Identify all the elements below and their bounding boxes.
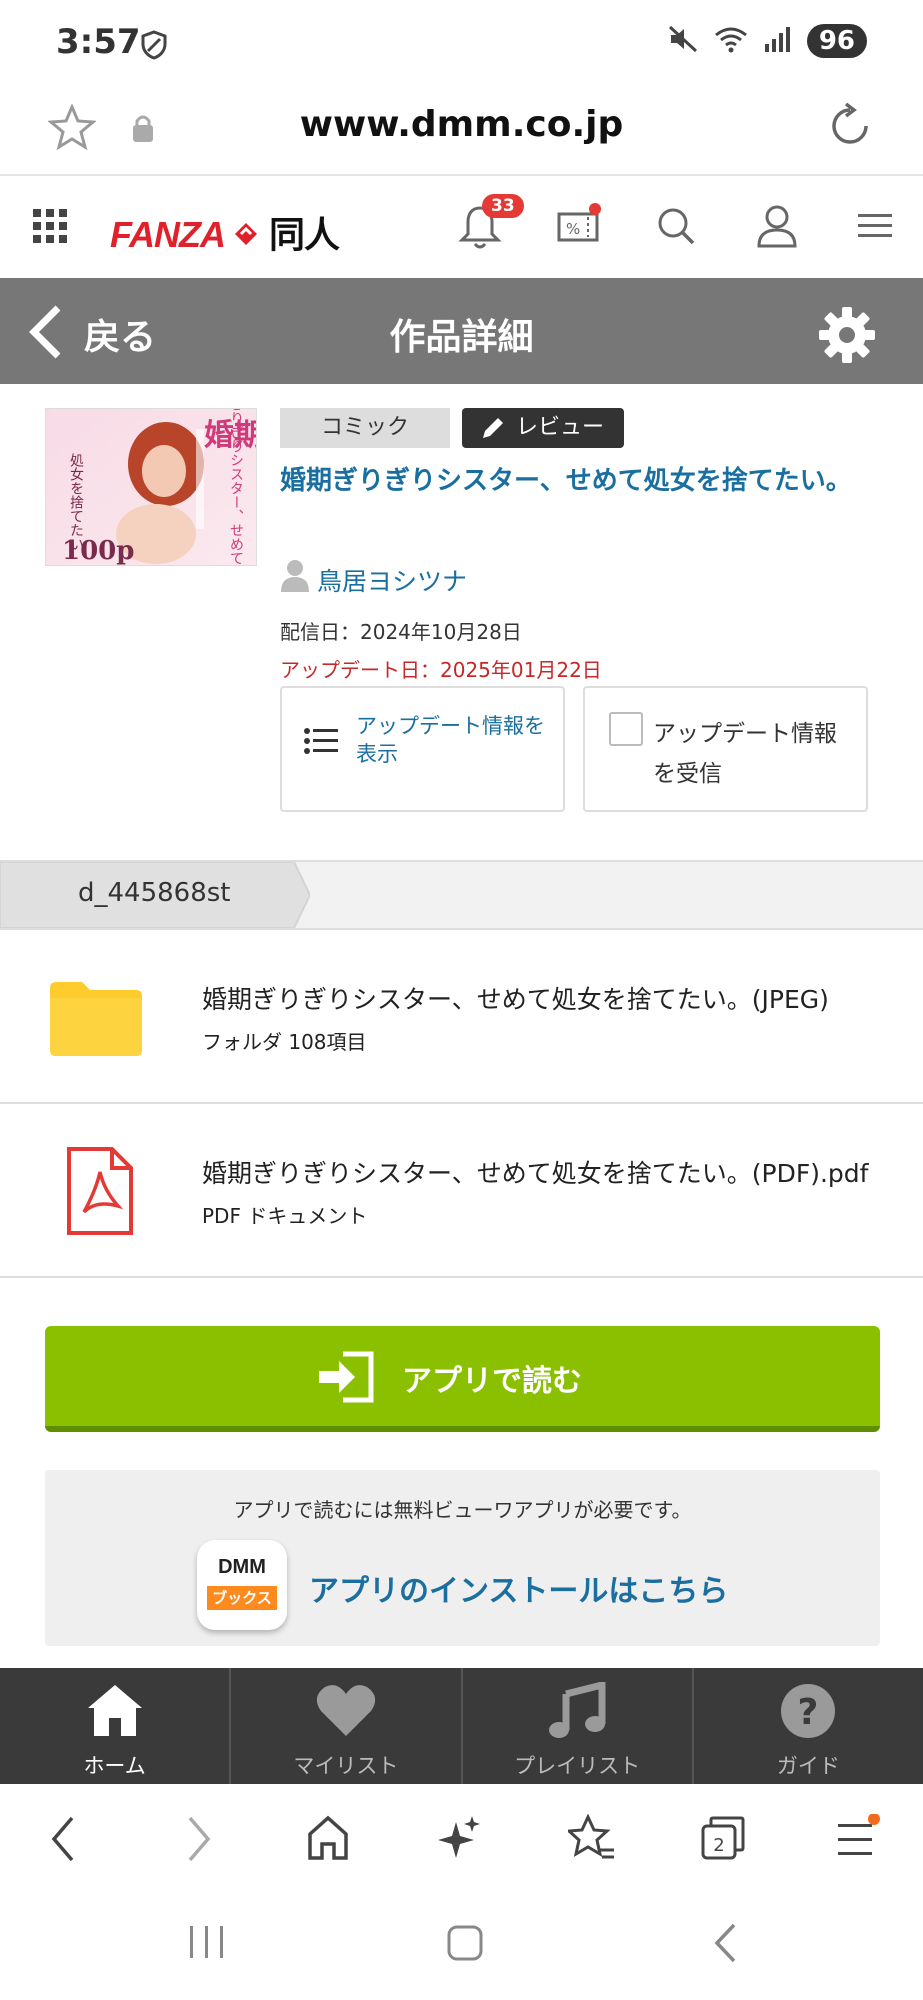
product-title[interactable]: 婚期ぎりぎりシスター、せめて処女を捨てたい。 <box>280 460 880 502</box>
home-button-icon[interactable] <box>446 1924 484 1966</box>
cover-title-side: ぎりぎりシスター、せめて <box>228 409 244 565</box>
svg-text:%: % <box>566 220 580 238</box>
page-navbar: 戻る 作品詳細 <box>0 278 923 384</box>
product-id-bar: d_445868st <box>0 860 923 930</box>
nav-home-label: ホーム <box>83 1754 146 1778</box>
nav-guide-label: ガイド <box>776 1754 840 1778</box>
nav-mylist[interactable]: マイリスト <box>231 1668 463 1784</box>
coupon-icon[interactable]: % <box>556 202 602 252</box>
list-icon <box>304 728 338 758</box>
file-name: 婚期ぎりぎりシスター、せめて処女を捨てたい。(JPEG) <box>202 985 829 1014</box>
product-id-tab: d_445868st <box>0 862 310 928</box>
grid-menu-icon[interactable] <box>32 208 68 248</box>
notification-badge: 33 <box>482 194 524 218</box>
read-in-app-label: アプリで読む <box>402 1364 582 1399</box>
browser-back-icon[interactable] <box>48 1814 78 1868</box>
browser-url-bar: www.dmm.co.jp <box>0 86 923 176</box>
install-app-box: アプリで読むには無料ビューワアプリが必要です。 DMM ブックス アプリのインス… <box>45 1470 880 1646</box>
pencil-icon <box>480 415 506 455</box>
install-note: アプリで読むには無料ビューワアプリが必要です。 <box>233 1498 692 1522</box>
logo-sub: 同人 <box>269 214 340 255</box>
browser-toolbar: 2 <box>0 1784 923 1896</box>
read-in-app-button[interactable]: アプリで読む <box>45 1326 880 1432</box>
shield-icon <box>140 30 168 64</box>
account-icon[interactable] <box>756 204 798 252</box>
person-icon <box>280 558 310 598</box>
logo-main: FANZA <box>110 214 226 255</box>
tag-review-button[interactable]: レビュー <box>462 408 624 448</box>
nav-playlist-label: プレイリスト <box>514 1754 641 1778</box>
file-name: 婚期ぎりぎりシスター、せめて処女を捨てたい。(PDF).pdf <box>202 1159 869 1188</box>
settings-gear-icon[interactable] <box>818 306 876 368</box>
app-icon-top-text: DMM <box>218 1556 266 1578</box>
folder-icon <box>48 978 144 1062</box>
svg-text:?: ? <box>798 1692 819 1733</box>
status-bar: 3:57 96 <box>0 0 923 86</box>
site-header: FANZA 同人 33 % <box>0 176 923 278</box>
system-back-icon[interactable] <box>712 1922 738 1968</box>
dmm-books-app-icon[interactable]: DMM ブックス <box>197 1540 287 1630</box>
wifi-icon <box>713 24 749 58</box>
tag-review-label: レビュー <box>516 415 605 440</box>
file-detail: フォルダ 108項目 <box>202 1030 367 1054</box>
nav-home[interactable]: ホーム <box>0 1668 232 1784</box>
mute-icon <box>667 24 699 58</box>
tabs-count: 2 <box>713 1835 724 1856</box>
hamburger-menu-icon[interactable] <box>858 212 892 244</box>
receive-updates-checkbox[interactable] <box>609 712 643 746</box>
browser-tabs-icon[interactable]: 2 <box>700 1814 746 1866</box>
system-nav-bar <box>0 1896 923 2000</box>
site-bottom-nav: ホーム マイリスト プレイリスト ? ガイド <box>0 1668 923 1784</box>
url-text[interactable]: www.dmm.co.jp <box>0 104 923 145</box>
nav-mylist-label: マイリスト <box>293 1754 399 1778</box>
tag-comic[interactable]: コミック <box>280 408 450 448</box>
page-title: 作品詳細 <box>389 317 534 358</box>
update-date: アップデート日：2025年01月22日 <box>280 658 602 682</box>
distribution-date: 配信日：2024年10月28日 <box>280 620 522 644</box>
file-detail: PDF ドキュメント <box>202 1204 368 1228</box>
receive-updates-toggle[interactable]: アップデート情報を受信 <box>583 686 868 812</box>
app-icon-bottom-text: ブックス <box>207 1586 277 1610</box>
show-update-info-label: アップデート情報を表示 <box>356 714 545 766</box>
recent-apps-icon[interactable] <box>188 1924 226 1964</box>
browser-forward-icon[interactable] <box>184 1814 214 1868</box>
browser-menu-icon[interactable] <box>836 1813 880 1866</box>
file-row[interactable]: 婚期ぎりぎりシスター、せめて処女を捨てたい。(PDF).pdf PDF ドキュメ… <box>0 1104 923 1278</box>
file-row[interactable]: 婚期ぎりぎりシスター、せめて処女を捨てたい。(JPEG) フォルダ 108項目 <box>0 930 923 1104</box>
music-icon <box>549 1682 606 1738</box>
author-name: 鳥居ヨシツナ <box>317 567 468 596</box>
receive-updates-label: アップデート情報を受信 <box>653 721 837 787</box>
browser-assistant-sparkle-icon[interactable] <box>438 1814 482 1866</box>
show-update-info-button[interactable]: アップデート情報を表示 <box>280 686 565 812</box>
battery-indicator: 96 <box>806 24 867 58</box>
nav-playlist[interactable]: プレイリスト <box>463 1668 694 1784</box>
help-icon: ? <box>781 1684 836 1738</box>
enter-icon <box>317 1350 375 1408</box>
browser-bookmarks-icon[interactable] <box>565 1813 616 1866</box>
signal-icon <box>763 24 793 58</box>
browser-home-icon[interactable] <box>306 1814 350 1866</box>
product-id: d_445868st <box>78 878 231 908</box>
nav-guide[interactable]: ? ガイド <box>694 1668 923 1784</box>
product-cover-image[interactable]: 婚期 ぎりぎりシスター、せめて 処女を捨てたい 100p <box>45 408 257 566</box>
heart-icon <box>316 1685 376 1736</box>
reload-icon[interactable] <box>826 102 874 154</box>
install-app-link[interactable]: アプリのインストールはこちら <box>309 1566 728 1610</box>
search-icon[interactable] <box>656 206 696 250</box>
home-icon <box>87 1685 142 1736</box>
pdf-icon <box>66 1146 134 1240</box>
fanza-doujin-logo[interactable]: FANZA 同人 <box>110 206 340 258</box>
cover-pages: 100p <box>62 536 134 566</box>
status-time: 3:57 <box>56 22 141 62</box>
logo-mark-icon <box>231 216 261 258</box>
